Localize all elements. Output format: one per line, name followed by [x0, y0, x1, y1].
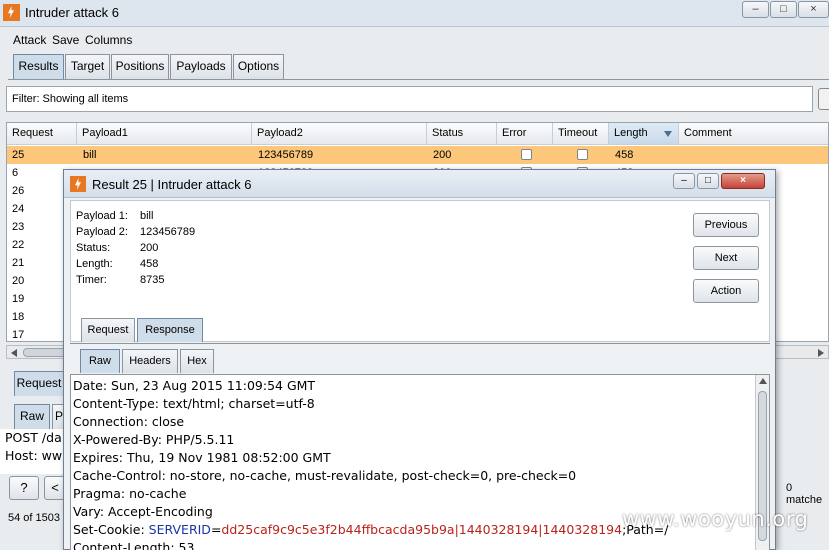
response-powered-by: X-Powered-By: PHP/5.5.11 [73, 432, 235, 447]
cell-request: 26 [12, 185, 25, 197]
cell-request: 22 [12, 239, 25, 251]
response-date: Date: Sun, 23 Aug 2015 11:09:54 GMT [73, 378, 316, 393]
tab-request-lower[interactable]: Request [14, 371, 64, 396]
cell-payload1: bill [83, 149, 97, 161]
response-content-length: Content-Length: 53 [73, 540, 195, 550]
filter-bar[interactable]: Filter: Showing all items [6, 86, 813, 112]
minimize-icon[interactable]: – [742, 1, 769, 18]
response-content-type: Content-Type: text/html; charset=utf-8 [73, 396, 315, 411]
watermark: www.wooyun.org [622, 507, 809, 531]
cell-request: 23 [12, 221, 25, 233]
previous-button[interactable]: Previous [693, 213, 759, 237]
scroll-up-icon[interactable] [759, 378, 767, 384]
cell-request: 21 [12, 257, 25, 269]
cell-request: 6 [12, 167, 19, 179]
tab-request[interactable]: Request [81, 318, 135, 342]
payload1-value: bill [140, 210, 154, 222]
tab-raw-lower[interactable]: Raw [14, 404, 50, 429]
cell-payload2: 123456789 [258, 149, 314, 161]
col-request[interactable]: Request [7, 123, 77, 145]
action-button[interactable]: Action [693, 279, 759, 303]
error-checkbox[interactable] [521, 149, 532, 160]
length-label: Length: [76, 258, 113, 270]
cell-request: 19 [12, 293, 25, 305]
col-comment[interactable]: Comment [679, 123, 828, 145]
tab-raw[interactable]: Raw [80, 349, 120, 373]
tab-target[interactable]: Target [65, 54, 110, 79]
dialog-close-icon[interactable]: × [721, 173, 765, 189]
search-matches: 0 matche [786, 482, 823, 506]
scroll-left-icon[interactable] [11, 349, 17, 357]
tab-payloads[interactable]: Payloads [170, 54, 232, 79]
filter-text: Filter: Showing all items [12, 93, 129, 105]
cell-request: 24 [12, 203, 25, 215]
length-value: 458 [140, 258, 159, 270]
menu-save[interactable]: Save [52, 33, 79, 47]
dialog-title: Result 25 | Intruder attack 6 [92, 177, 252, 192]
menu-columns[interactable]: Columns [85, 33, 132, 47]
help-button[interactable]: ? [9, 476, 39, 500]
tab-results[interactable]: Results [13, 54, 64, 79]
menu-bar: Attack Save Columns [0, 28, 829, 50]
status-value: 200 [140, 242, 159, 254]
close-icon[interactable]: × [798, 1, 829, 18]
sort-descending-icon [664, 131, 672, 137]
response-connection: Connection: close [73, 414, 185, 429]
response-cache-control: Cache-Control: no-store, no-cache, must-… [73, 468, 577, 483]
request-editor[interactable]: POST /da Host: ww [0, 429, 70, 474]
maximize-icon[interactable]: □ [770, 1, 797, 18]
cell-request: 17 [12, 329, 25, 341]
cookie-name: SERVERID [148, 522, 211, 537]
col-error[interactable]: Error [497, 123, 553, 145]
timeout-checkbox[interactable] [577, 149, 588, 160]
col-timeout[interactable]: Timeout [553, 123, 609, 145]
menu-attack[interactable]: Attack [13, 33, 46, 47]
result-dialog: Result 25 | Intruder attack 6 – □ × Payl… [63, 169, 776, 550]
status-label: Status: [76, 242, 111, 254]
col-length-label: Length [614, 127, 648, 139]
subtab-bar: Raw Headers Hex [70, 343, 770, 373]
dialog-maximize-icon[interactable]: □ [697, 173, 719, 189]
cell-request: 25 [12, 149, 25, 161]
cell-request: 20 [12, 275, 25, 287]
cookie-value: dd25caf9c9c5e3f2b44ffbcacda95b9a|1440328… [221, 522, 623, 537]
tab-response[interactable]: Response [137, 318, 203, 342]
payload2-label: Payload 2: [76, 226, 128, 238]
tabs-divider [8, 79, 829, 80]
col-payload2[interactable]: Payload2 [252, 123, 427, 145]
next-button[interactable]: Next [693, 246, 759, 270]
request-host: Host: ww [5, 448, 63, 463]
tab-options[interactable]: Options [233, 54, 284, 79]
col-status[interactable]: Status [427, 123, 497, 145]
burp-logo-icon [70, 176, 86, 192]
col-length[interactable]: Length [609, 123, 679, 145]
filter-help-button[interactable] [818, 88, 829, 110]
cell-status: 200 [433, 149, 452, 161]
response-expires: Expires: Thu, 19 Nov 1981 08:52:00 GMT [73, 450, 331, 465]
main-title-bar: Intruder attack 6 – □ × [0, 0, 829, 27]
tab-positions[interactable]: Positions [111, 54, 169, 79]
request-count: 54 of 1503 [8, 512, 60, 524]
cell-request: 18 [12, 311, 25, 323]
request-line: POST /da [5, 430, 62, 445]
dialog-minimize-icon[interactable]: – [673, 173, 695, 189]
window-title: Intruder attack 6 [25, 5, 119, 20]
tab-hex[interactable]: Hex [180, 349, 214, 373]
response-pragma: Pragma: no-cache [73, 486, 187, 501]
timer-label: Timer: [76, 274, 107, 286]
tab-headers[interactable]: Headers [122, 349, 178, 373]
payload2-value: 123456789 [140, 226, 196, 238]
scroll-right-icon[interactable] [818, 349, 824, 357]
burp-logo-icon [3, 4, 20, 21]
result-summary: Payload 1: bill Payload 2: 123456789 Sta… [70, 200, 770, 342]
dialog-title-bar: Result 25 | Intruder attack 6 – □ × [64, 170, 775, 198]
payload1-label: Payload 1: [76, 210, 128, 222]
cookie-eq: = [210, 522, 222, 537]
cell-length: 458 [615, 149, 634, 161]
col-payload1[interactable]: Payload1 [77, 123, 252, 145]
cookie-prefix: Set-Cookie: [73, 522, 149, 537]
timer-value: 8735 [140, 274, 165, 286]
table-row[interactable]: 25 bill 123456789 200 458 [7, 146, 828, 164]
